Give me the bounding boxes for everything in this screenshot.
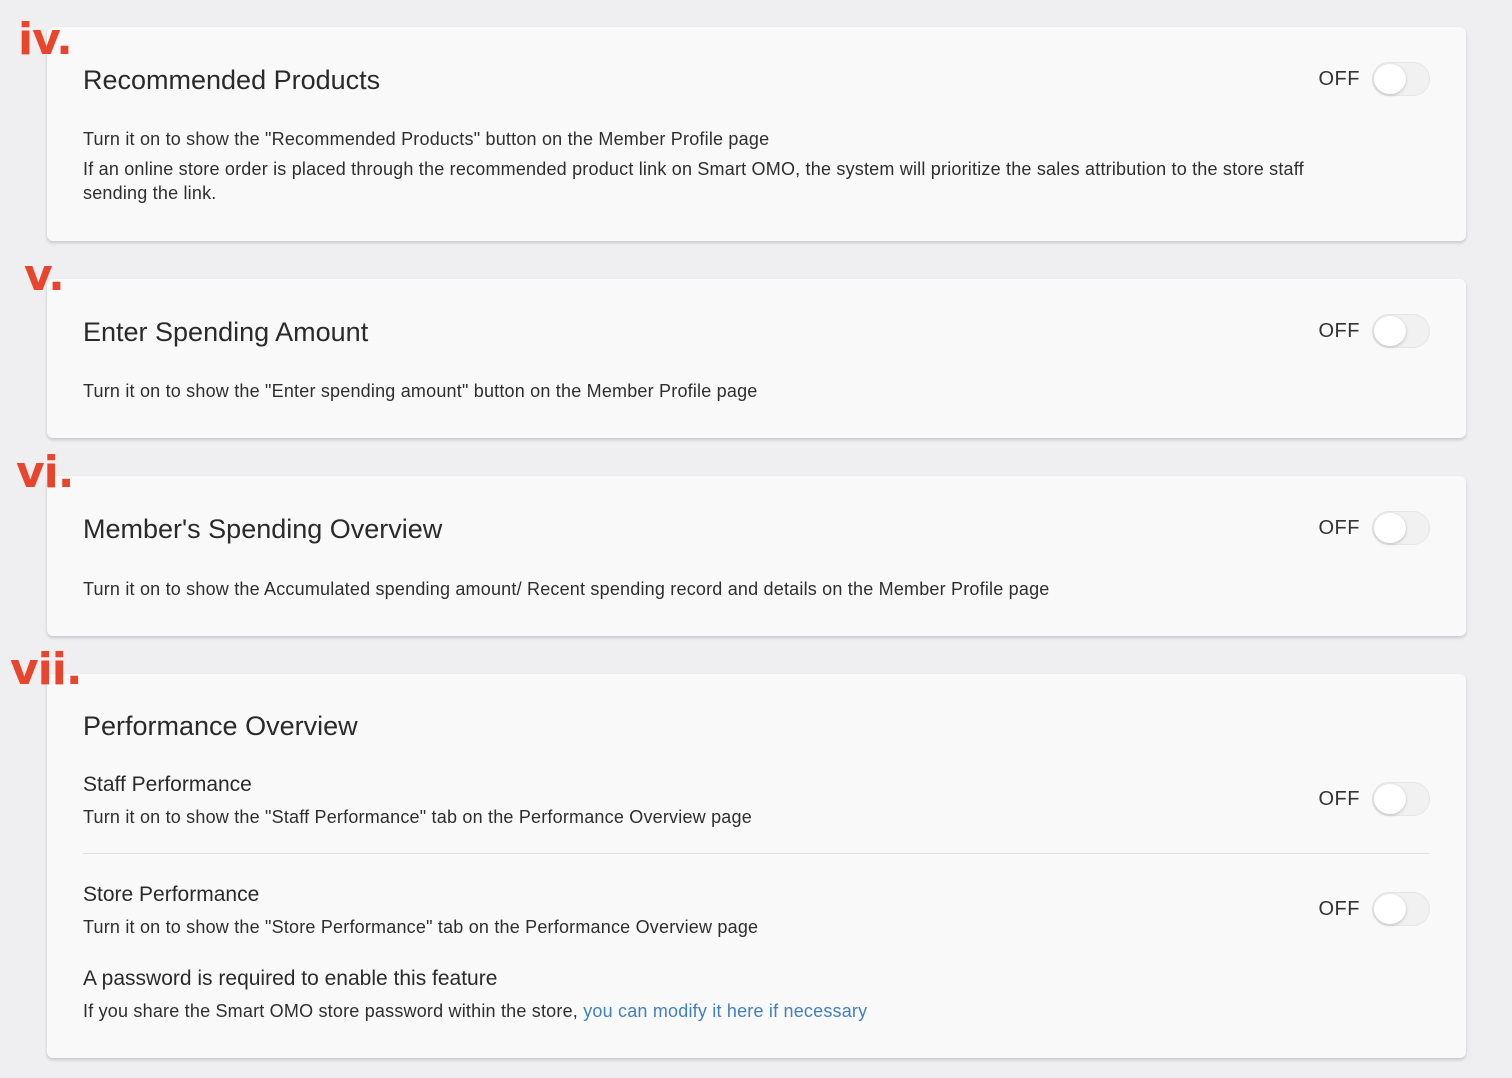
spending-overview-card: Member's Spending Overview OFF Turn it o… <box>47 476 1466 636</box>
switch-knob <box>1374 513 1406 543</box>
description-line: Turn it on to show the "Recommended Prod… <box>83 129 770 149</box>
password-description-text: If you share the Smart OMO store passwor… <box>83 1001 578 1021</box>
recommended-products-card: Recommended Products OFF Turn it on to s… <box>47 27 1466 241</box>
staff-performance-toggle-group: OFF <box>1318 781 1430 817</box>
card-description: Turn it on to show the Accumulated spend… <box>83 579 1050 599</box>
spending-overview-toggle-group: OFF <box>1318 510 1430 546</box>
recommended-products-switch[interactable] <box>1372 62 1430 96</box>
toggle-state-label: OFF <box>1318 897 1360 920</box>
settings-page: Recommended Products OFF Turn it on to s… <box>0 0 1512 1078</box>
switch-knob <box>1374 64 1406 94</box>
spending-overview-switch[interactable] <box>1372 511 1430 545</box>
store-performance-switch[interactable] <box>1372 892 1430 926</box>
toggle-state-label: OFF <box>1318 67 1360 90</box>
modify-password-link[interactable]: you can modify it here if necessary <box>583 1001 867 1021</box>
store-performance-description: Turn it on to show the "Store Performanc… <box>83 917 759 937</box>
card-title: Recommended Products <box>83 65 381 95</box>
switch-knob <box>1374 894 1406 924</box>
store-performance-toggle-group: OFF <box>1318 891 1430 927</box>
password-description: If you share the Smart OMO store passwor… <box>83 1001 867 1022</box>
enter-spending-amount-switch[interactable] <box>1372 314 1430 348</box>
switch-knob <box>1374 784 1406 814</box>
toggle-state-label: OFF <box>1318 319 1360 342</box>
marker-v: v. <box>24 250 65 301</box>
divider <box>83 853 1430 854</box>
staff-performance-switch[interactable] <box>1372 782 1430 816</box>
card-description: Turn it on to show the "Recommended Prod… <box>83 127 1333 211</box>
card-title: Member's Spending Overview <box>83 514 443 544</box>
marker-vi: vi. <box>16 447 74 498</box>
enter-spending-amount-toggle-group: OFF <box>1318 313 1430 349</box>
recommended-products-toggle-group: OFF <box>1318 61 1430 97</box>
card-description: Turn it on to show the "Enter spending a… <box>83 381 758 401</box>
switch-knob <box>1374 316 1406 346</box>
marker-vii: vii. <box>10 644 83 695</box>
description-line: If an online store order is placed throu… <box>83 159 1304 203</box>
card-title: Performance Overview <box>83 711 358 741</box>
staff-performance-title: Staff Performance <box>83 773 252 796</box>
card-title: Enter Spending Amount <box>83 317 369 347</box>
toggle-state-label: OFF <box>1318 787 1360 810</box>
marker-iv: iv. <box>18 14 73 65</box>
password-required-title: A password is required to enable this fe… <box>83 967 498 990</box>
performance-overview-card: Performance Overview Staff Performance T… <box>47 674 1466 1058</box>
enter-spending-amount-card: Enter Spending Amount OFF Turn it on to … <box>47 279 1466 438</box>
staff-performance-description: Turn it on to show the "Staff Performanc… <box>83 807 752 827</box>
toggle-state-label: OFF <box>1318 516 1360 539</box>
store-performance-title: Store Performance <box>83 883 260 906</box>
